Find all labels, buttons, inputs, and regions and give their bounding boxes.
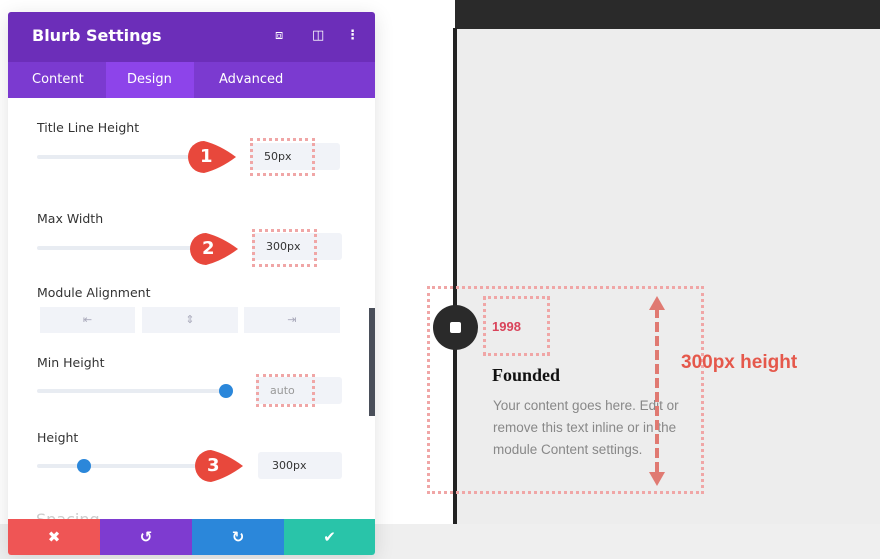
callout-1: 1 [186,139,236,175]
title-line-height-slider[interactable] [37,155,207,159]
callout-3: 3 [193,448,243,484]
tab-advanced[interactable]: Advanced [195,62,307,98]
max-width-slider[interactable] [37,246,207,250]
title-line-height-label: Title Line Height [37,120,140,135]
callout-outline [250,138,315,176]
min-height-slider[interactable] [37,384,233,398]
timeline-marker-icon [433,305,478,350]
redo-button[interactable]: ↻ [192,519,284,555]
height-arrow-icon [647,294,667,488]
cancel-button[interactable]: ✖ [8,519,100,555]
scrollbar[interactable] [369,308,375,416]
min-height-label: Min Height [37,355,105,370]
height-annotation: 300px height [681,352,798,373]
tab-content[interactable]: Content [8,62,108,98]
slider-thumb[interactable] [219,384,233,398]
slider-thumb[interactable] [77,459,91,473]
hero-image-strip [455,0,880,29]
align-center-icon[interactable]: ⇕ [142,307,238,333]
blurb-body[interactable]: Your content goes here. Edit or remove t… [493,395,703,461]
height-label: Height [37,430,79,445]
split-view-icon[interactable]: ◫ [312,28,324,43]
height-input[interactable]: 300px [258,452,342,479]
year-label: 1998 [492,319,521,334]
callout-2: 2 [188,231,238,267]
callout-outline [252,229,317,267]
panel-header: Blurb Settings ⧈ ◫ ⋮ [8,12,375,62]
tab-design[interactable]: Design [106,62,194,98]
blurb-title[interactable]: Founded [492,365,560,386]
callout-outline [256,374,315,407]
save-button[interactable]: ✔ [284,519,375,555]
height-slider[interactable] [37,459,207,473]
panel-tabs: Content Design Advanced [8,62,375,98]
undo-button[interactable]: ↺ [100,519,192,555]
panel-title: Blurb Settings [32,26,162,45]
blurb-settings-panel: Blurb Settings ⧈ ◫ ⋮ Content Design Adva… [8,12,375,555]
module-alignment-label: Module Alignment [37,285,151,300]
more-icon[interactable]: ⋮ [346,28,359,43]
align-left-icon[interactable]: ⇤ [40,307,135,333]
focus-icon[interactable]: ⧈ [275,28,283,43]
align-right-icon[interactable]: ⇥ [244,307,340,333]
max-width-label: Max Width [37,211,104,226]
